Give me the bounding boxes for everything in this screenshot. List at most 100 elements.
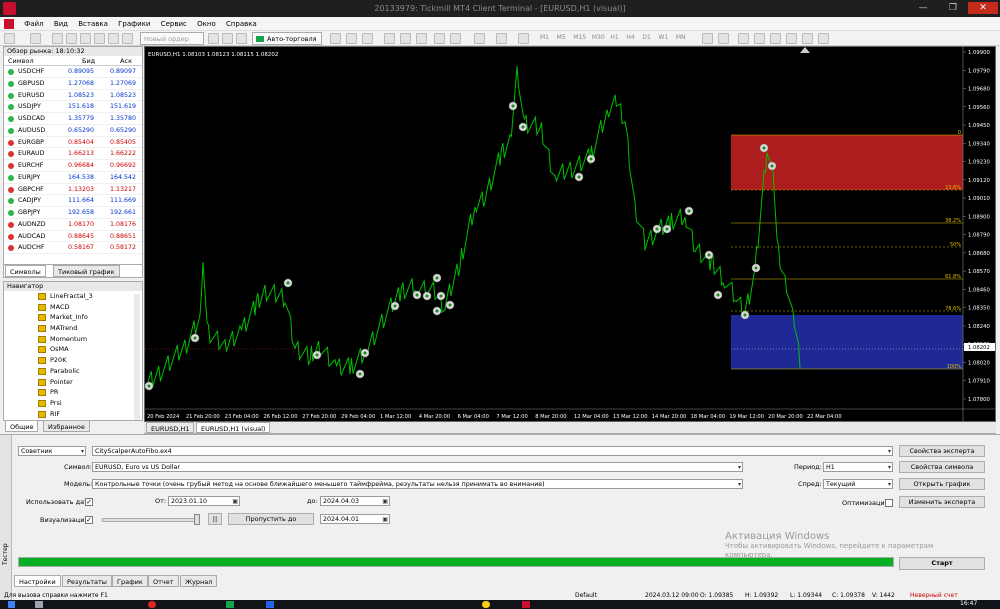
market-watch-row[interactable]: EURCHF 0.96684 0.96692 <box>4 160 142 172</box>
market-watch-row[interactable]: USDJPY 151.618 151.619 <box>4 101 142 113</box>
market-watch-row[interactable]: EURAUD 1.66213 1.66222 <box>4 148 142 160</box>
scripts-icon[interactable] <box>222 33 233 44</box>
market-watch-row[interactable]: USDCHF 0.89095 0.89097 <box>4 66 142 78</box>
navigator-item[interactable]: MACD <box>4 302 142 313</box>
navigator-icon[interactable] <box>80 33 91 44</box>
metaeditor-icon[interactable] <box>208 33 219 44</box>
menu-tools[interactable]: Сервис <box>161 17 187 31</box>
opera-icon[interactable] <box>148 601 156 608</box>
menu-window[interactable]: Окно <box>197 17 216 31</box>
market-watch-row[interactable]: USDCAD 1.35779 1.35780 <box>4 113 142 125</box>
app-icon[interactable] <box>266 601 274 608</box>
navigator-item[interactable]: MATrend <box>4 323 142 334</box>
bar-chart-icon[interactable] <box>330 33 341 44</box>
tab-common[interactable]: Общие <box>5 420 39 432</box>
data-window-icon[interactable] <box>66 33 77 44</box>
terminal-icon[interactable] <box>94 33 105 44</box>
modify-expert-button[interactable]: Изменить эксперта <box>899 496 985 508</box>
market-watch-row[interactable]: CADJPY 111.664 111.669 <box>4 195 142 207</box>
navigator-item[interactable]: Market_Info <box>4 312 142 323</box>
from-date-field[interactable]: 2023.01.10 ▣ <box>168 496 240 506</box>
col-symbol[interactable]: Символ <box>8 56 34 66</box>
menu-charts[interactable]: Графики <box>118 17 150 31</box>
new-chart-icon[interactable] <box>4 33 15 44</box>
navigator-item[interactable]: P20K <box>4 355 142 366</box>
horizontal-line-icon[interactable] <box>754 33 765 44</box>
tab-tick-chart[interactable]: Тиковый график <box>53 265 120 277</box>
optimization-checkbox[interactable] <box>885 499 893 507</box>
zoom-out-icon[interactable] <box>400 33 411 44</box>
tf-h4[interactable]: H4 <box>626 34 634 41</box>
skip-to-button[interactable]: Пропустить до <box>228 513 314 525</box>
market-watch-row[interactable]: AUDCHF 0.58167 0.58172 <box>4 242 142 254</box>
navigator-item[interactable]: OsMA <box>4 344 142 355</box>
tab-symbols[interactable]: Символы <box>5 265 46 277</box>
tester-icon[interactable] <box>108 33 119 44</box>
trendline-icon[interactable] <box>770 33 781 44</box>
vertical-line-icon[interactable] <box>738 33 749 44</box>
tab-settings[interactable]: Настройки <box>14 575 61 587</box>
maximize-button[interactable]: ❐ <box>940 2 966 14</box>
tab-report[interactable]: Отчет <box>148 575 179 587</box>
text-icon[interactable] <box>818 33 829 44</box>
tab-results[interactable]: Результаты <box>62 575 112 587</box>
tf-w1[interactable]: W1 <box>658 34 668 41</box>
speed-slider-handle[interactable] <box>194 514 200 525</box>
cursor-icon[interactable] <box>702 33 713 44</box>
skip-date-field[interactable]: 2024.04.01 ▣ <box>320 514 390 524</box>
to-date-field[interactable]: 2024.04.03 ▣ <box>320 496 390 506</box>
line-chart-icon[interactable] <box>362 33 373 44</box>
menu-view[interactable]: Вид <box>54 17 68 31</box>
close-button[interactable]: ✕ <box>968 2 998 14</box>
col-ask[interactable]: Аск <box>120 56 132 66</box>
tab-favorites[interactable]: Избранное <box>43 420 90 432</box>
tile-icon[interactable] <box>416 33 427 44</box>
channel-icon[interactable] <box>786 33 797 44</box>
autoscroll-icon[interactable] <box>434 33 445 44</box>
tf-m15[interactable]: M15 <box>573 34 586 41</box>
market-watch-row[interactable]: GBPJPY 192.658 192.661 <box>4 207 142 219</box>
navigator-item[interactable]: Prsi <box>4 398 142 409</box>
zoom-in-icon[interactable] <box>384 33 395 44</box>
chart-shift-icon[interactable] <box>450 33 461 44</box>
model-select[interactable]: Контрольные точки (очень грубый метод на… <box>92 479 743 489</box>
tf-mn[interactable]: MN <box>676 34 686 41</box>
tester-type-select[interactable]: Советник ▾ <box>18 446 86 456</box>
market-watch-row[interactable]: GBPCHF 1.13203 1.13217 <box>4 184 142 196</box>
market-watch-row[interactable]: AUDUSD 0.65290 0.65290 <box>4 125 142 137</box>
menu-help[interactable]: Справка <box>226 17 257 31</box>
open-chart-button[interactable]: Открыть график <box>899 478 985 490</box>
tf-d1[interactable]: D1 <box>642 34 650 41</box>
navigator-item[interactable]: LineFractal_3 <box>4 291 142 302</box>
start-icon[interactable] <box>8 601 15 608</box>
app-icon[interactable] <box>482 601 490 608</box>
symbol-select[interactable]: EURUSD, Euro vs US Dollar ▾ <box>92 462 743 472</box>
mt4-icon[interactable] <box>522 601 530 608</box>
navigator-scrollbar[interactable] <box>134 294 140 420</box>
templates-icon[interactable] <box>518 33 529 44</box>
market-watch-row[interactable]: EURGBP 0.85404 0.85405 <box>4 137 142 149</box>
chart-tab-visual[interactable]: EURUSD,H1 (visual) <box>196 422 271 433</box>
profiles-icon[interactable] <box>30 33 41 44</box>
signals-icon[interactable] <box>236 33 247 44</box>
navigator-item[interactable]: Pointer <box>4 377 142 388</box>
market-watch-row[interactable]: AUDCAD 0.88645 0.88651 <box>4 231 142 243</box>
tab-journal[interactable]: Журнал <box>180 575 218 587</box>
market-watch-row[interactable]: EURUSD 1.08523 1.08523 <box>4 90 142 102</box>
expert-properties-button[interactable]: Свойства эксперта <box>899 445 985 457</box>
spread-select[interactable]: Текущий ▾ <box>823 479 893 489</box>
calendar-icon[interactable]: ▣ <box>382 497 388 505</box>
pause-button[interactable]: || <box>208 513 222 525</box>
calendar-icon[interactable]: ▣ <box>232 497 238 505</box>
menu-insert[interactable]: Вставка <box>78 17 108 31</box>
fibo-icon[interactable] <box>802 33 813 44</box>
market-watch-row[interactable]: EURJPY 164.538 164.542 <box>4 172 142 184</box>
speed-slider[interactable] <box>102 518 200 522</box>
menu-file[interactable]: Файл <box>24 17 43 31</box>
chart-tab-h1[interactable]: EURUSD,H1 <box>146 422 195 433</box>
market-watch-row[interactable]: AUDNZD 1.08170 1.08176 <box>4 219 142 231</box>
navigator-item[interactable]: RIF <box>4 409 142 420</box>
periods-icon[interactable] <box>496 33 507 44</box>
options-icon[interactable] <box>122 33 133 44</box>
excel-icon[interactable] <box>226 601 234 608</box>
